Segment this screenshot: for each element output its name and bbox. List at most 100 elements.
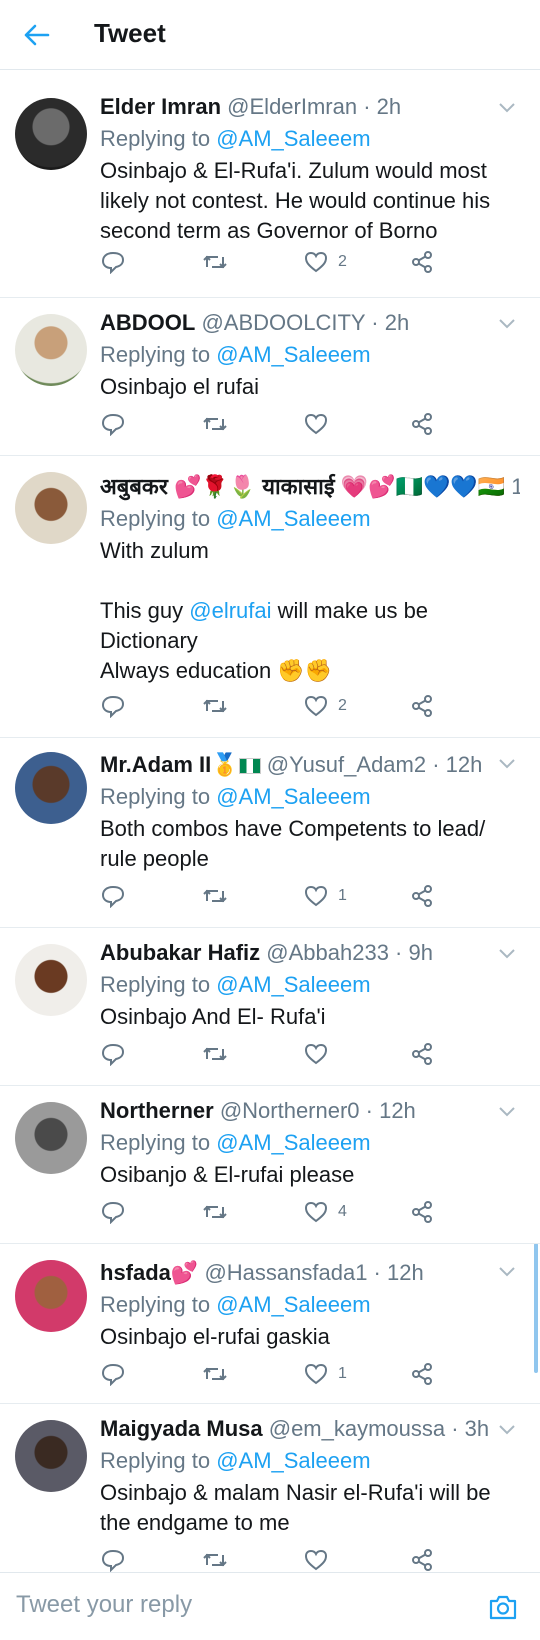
avatar[interactable] bbox=[15, 752, 87, 824]
like-button[interactable]: 4 bbox=[304, 1198, 347, 1226]
reply-tweet[interactable]: अबुबकर 💕🌹🌷 याकासाई 💗💕🇳🇬💙💙🇮🇳 13h Replying… bbox=[0, 456, 540, 738]
replying-to-mention[interactable]: @AM_Saleeem bbox=[216, 1448, 370, 1473]
author-name[interactable]: hsfada bbox=[100, 1260, 171, 1285]
reply-tweet[interactable]: Maigyada Musa @em_kaymoussa · 3h Replyin… bbox=[0, 1404, 540, 1572]
share-icon[interactable] bbox=[410, 1040, 434, 1068]
replying-prefix: Replying to bbox=[100, 1292, 217, 1317]
share-icon[interactable] bbox=[410, 248, 434, 276]
replying-to-mention[interactable]: @AM_Saleeem bbox=[216, 1130, 370, 1155]
chevron-down-icon[interactable] bbox=[496, 1260, 518, 1282]
retweet-icon[interactable] bbox=[202, 1546, 228, 1574]
author-name[interactable]: Mr.Adam II bbox=[100, 752, 211, 777]
reply-icon[interactable] bbox=[100, 882, 126, 910]
chevron-down-icon[interactable] bbox=[496, 942, 518, 964]
retweet-icon[interactable] bbox=[202, 1198, 228, 1226]
avatar[interactable] bbox=[15, 472, 87, 544]
chevron-down-icon[interactable] bbox=[496, 752, 518, 774]
replying-to: Replying to @AM_Saleeem bbox=[100, 1446, 520, 1476]
share-icon[interactable] bbox=[410, 692, 434, 720]
reply-tweet[interactable]: ABDOOL @ABDOOLCITY · 2h Replying to @AM_… bbox=[0, 298, 540, 456]
chevron-down-icon[interactable] bbox=[496, 312, 518, 334]
chevron-down-icon[interactable] bbox=[496, 1100, 518, 1122]
avatar[interactable] bbox=[15, 98, 87, 170]
author-line: अबुबकर 💕🌹🌷 याकासाई 💗💕🇳🇬💙💙🇮🇳 13h bbox=[100, 472, 520, 502]
reply-icon[interactable] bbox=[100, 692, 126, 720]
tweet-text: Osinbajo And El- Rufa'i bbox=[100, 1004, 326, 1029]
chevron-down-icon[interactable] bbox=[496, 96, 518, 118]
like-icon bbox=[304, 695, 328, 717]
avatar[interactable] bbox=[15, 314, 87, 386]
like-count: 1 bbox=[338, 887, 347, 904]
replying-to-mention[interactable]: @AM_Saleeem bbox=[216, 506, 370, 531]
like-count: 2 bbox=[338, 697, 347, 714]
reply-icon[interactable] bbox=[100, 1546, 126, 1574]
share-icon[interactable] bbox=[410, 1360, 434, 1388]
author-line: Abubakar Hafiz @Abbah233 · 9h bbox=[100, 938, 520, 968]
top-bar: Tweet bbox=[0, 0, 540, 70]
reply-icon[interactable] bbox=[100, 1040, 126, 1068]
avatar[interactable] bbox=[15, 944, 87, 1016]
reply-tweet[interactable]: Elder Imran @ElderImran · 2h Replying to… bbox=[0, 84, 540, 298]
retweet-icon[interactable] bbox=[202, 692, 228, 720]
name-emoji: 💕 bbox=[170, 1260, 199, 1285]
avatar[interactable] bbox=[15, 1260, 87, 1332]
reply-icon[interactable] bbox=[100, 1360, 126, 1388]
like-button[interactable]: 2 bbox=[304, 692, 347, 720]
author-name[interactable]: Northerner bbox=[100, 1098, 214, 1123]
tweet-text: Osibanjo & El-rufai please bbox=[100, 1162, 355, 1187]
author-name[interactable]: Maigyada Musa bbox=[100, 1416, 263, 1441]
retweet-icon[interactable] bbox=[202, 1040, 228, 1068]
tweet-reply-input[interactable] bbox=[16, 1589, 456, 1621]
reply-tweet[interactable]: hsfada💕 @Hassansfada1 · 12h Replying to … bbox=[0, 1244, 540, 1404]
reply-tweet[interactable]: Mr.Adam II🥇 @Yusuf_Adam2 · 12h Replying … bbox=[0, 738, 540, 928]
camera-icon[interactable] bbox=[488, 1593, 518, 1623]
like-button[interactable] bbox=[304, 1040, 338, 1068]
like-icon bbox=[304, 1201, 328, 1223]
like-button[interactable]: 2 bbox=[304, 248, 347, 276]
like-icon bbox=[304, 1363, 328, 1385]
replying-to-mention[interactable]: @AM_Saleeem bbox=[216, 126, 370, 151]
retweet-icon[interactable] bbox=[202, 410, 228, 438]
retweet-icon[interactable] bbox=[202, 1360, 228, 1388]
reply-tweet[interactable]: Northerner @Northerner0 · 12h Replying t… bbox=[0, 1086, 540, 1244]
mention-link[interactable]: @elrufai bbox=[189, 598, 271, 623]
like-button[interactable]: 1 bbox=[304, 1360, 347, 1388]
replying-to-mention[interactable]: @AM_Saleeem bbox=[216, 972, 370, 997]
author-name[interactable]: अबुबकर 💕🌹🌷 याकासाई 💗💕🇳🇬💙💙🇮🇳 bbox=[100, 474, 505, 499]
share-icon[interactable] bbox=[410, 1546, 434, 1574]
author-line: ABDOOL @ABDOOLCITY · 2h bbox=[100, 308, 520, 338]
replying-prefix: Replying to bbox=[100, 972, 217, 997]
like-button[interactable] bbox=[304, 410, 338, 438]
replying-prefix: Replying to bbox=[100, 126, 217, 151]
like-button[interactable] bbox=[304, 1546, 338, 1574]
replying-to-mention[interactable]: @AM_Saleeem bbox=[216, 342, 370, 367]
replying-to-mention[interactable]: @AM_Saleeem bbox=[216, 784, 370, 809]
replying-prefix: Replying to bbox=[100, 506, 217, 531]
avatar[interactable] bbox=[15, 1420, 87, 1492]
author-name[interactable]: ABDOOL bbox=[100, 310, 195, 335]
replying-to: Replying to @AM_Saleeem bbox=[100, 970, 520, 1000]
like-button[interactable]: 1 bbox=[304, 882, 347, 910]
retweet-icon[interactable] bbox=[202, 248, 228, 276]
replying-to: Replying to @AM_Saleeem bbox=[100, 504, 520, 534]
author-name[interactable]: Abubakar Hafiz bbox=[100, 940, 260, 965]
reply-icon[interactable] bbox=[100, 248, 126, 276]
author-line: Northerner @Northerner0 · 12h bbox=[100, 1096, 520, 1126]
share-icon[interactable] bbox=[410, 410, 434, 438]
share-icon[interactable] bbox=[410, 882, 434, 910]
reply-icon[interactable] bbox=[100, 1198, 126, 1226]
retweet-icon[interactable] bbox=[202, 882, 228, 910]
tweet-text: Osinbajo el-rufai gaskia bbox=[100, 1324, 330, 1349]
author-handle: @em_kaymoussa · 3h bbox=[268, 1416, 490, 1441]
reply-tweet[interactable]: Abubakar Hafiz @Abbah233 · 9h Replying t… bbox=[0, 928, 540, 1086]
tweet-text: With zulum This guy @elrufai will make u… bbox=[100, 536, 520, 686]
back-arrow-icon[interactable] bbox=[22, 20, 52, 50]
author-name[interactable]: Elder Imran bbox=[100, 94, 221, 119]
replying-to-mention[interactable]: @AM_Saleeem bbox=[216, 1292, 370, 1317]
reply-icon[interactable] bbox=[100, 410, 126, 438]
chevron-down-icon[interactable] bbox=[496, 1418, 518, 1440]
share-icon[interactable] bbox=[410, 1198, 434, 1226]
tweet-text: Osinbajo & malam Nasir el-Rufa'i will be… bbox=[100, 1480, 491, 1535]
nigeria-flag-icon bbox=[238, 758, 261, 774]
avatar[interactable] bbox=[15, 1102, 87, 1174]
